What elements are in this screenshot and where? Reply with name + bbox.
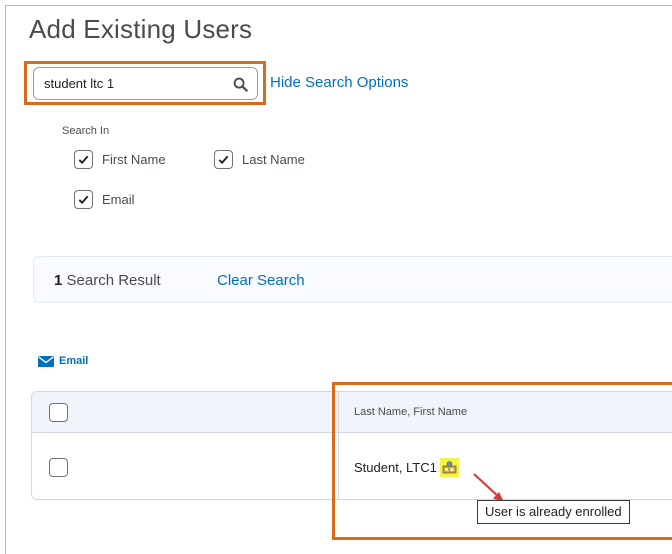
first-name-checkbox[interactable] xyxy=(74,150,93,169)
search-results-bar: 1 Search Result Clear Search xyxy=(33,256,672,303)
results-count-label: Search Result xyxy=(66,272,161,289)
last-name-label: Last Name xyxy=(242,152,305,167)
clear-search-link[interactable]: Clear Search xyxy=(217,272,305,289)
email-option[interactable]: Email xyxy=(74,190,135,209)
search-field[interactable] xyxy=(33,67,258,100)
last-name-checkbox[interactable] xyxy=(214,150,233,169)
search-input[interactable] xyxy=(44,74,214,93)
last-name-option[interactable]: Last Name xyxy=(214,150,305,169)
results-count-number: 1 xyxy=(54,272,63,289)
envelope-icon xyxy=(38,355,54,367)
checkmark-icon xyxy=(78,195,89,205)
email-option-label: Email xyxy=(102,192,135,207)
row-checkbox[interactable] xyxy=(49,458,68,477)
search-in-label: Search In xyxy=(62,125,110,137)
email-button[interactable]: Email xyxy=(38,355,88,367)
already-enrolled-tooltip: User is already enrolled xyxy=(477,500,630,524)
checkmark-icon xyxy=(78,155,89,165)
hide-search-options-link[interactable]: Hide Search Options xyxy=(270,74,408,91)
select-all-checkbox[interactable] xyxy=(49,403,68,422)
results-count: 1 Search Result xyxy=(54,272,161,289)
first-name-label: First Name xyxy=(102,152,166,167)
first-name-option[interactable]: First Name xyxy=(74,150,166,169)
page-title: Add Existing Users xyxy=(29,14,253,44)
email-button-label: Email xyxy=(59,355,89,367)
checkmark-icon xyxy=(218,155,229,165)
email-checkbox[interactable] xyxy=(74,190,93,209)
search-icon[interactable] xyxy=(229,73,251,95)
